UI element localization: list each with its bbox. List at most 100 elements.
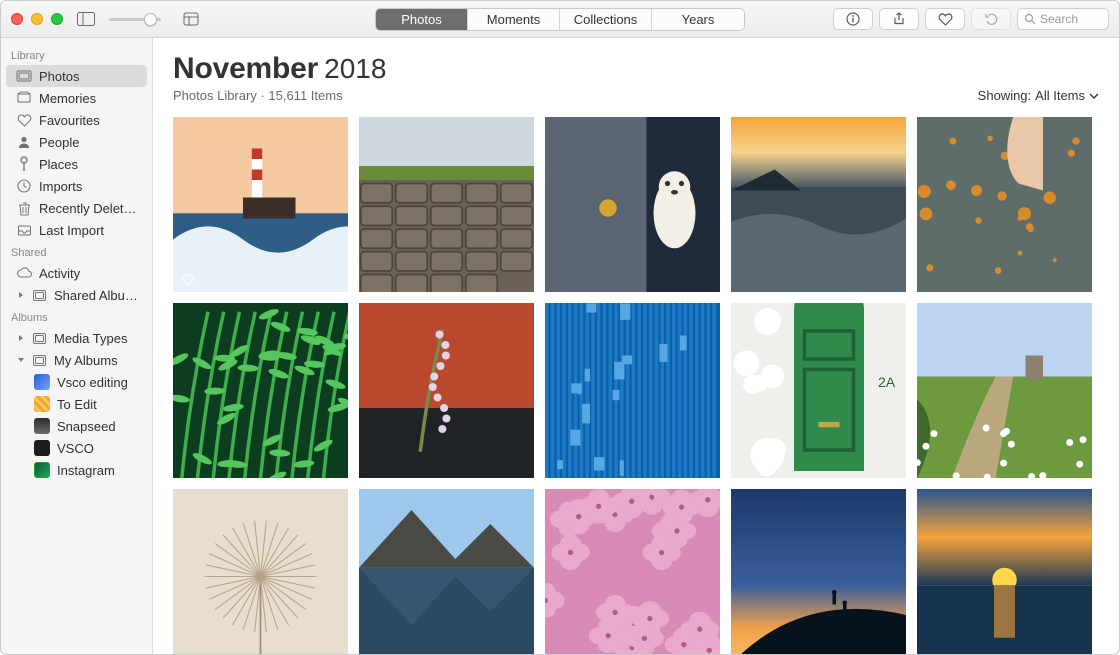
showing-filter[interactable]: Showing: All Items xyxy=(978,88,1099,103)
clock-icon xyxy=(16,178,32,194)
search-icon xyxy=(1024,13,1036,25)
sidebar-item-activity[interactable]: Activity xyxy=(6,262,147,284)
sidebar-album-snapseed[interactable]: Snapseed xyxy=(6,415,147,437)
photo-thumbnail[interactable] xyxy=(173,303,348,478)
sidebar-item-label: Places xyxy=(39,157,78,172)
view-tab-years[interactable]: Years xyxy=(652,9,744,30)
sidebar-item-label: Last Import xyxy=(39,223,104,238)
album-icon xyxy=(31,287,47,303)
sidebar-item-media-types[interactable]: Media Types xyxy=(6,327,147,349)
window-zoom-button[interactable] xyxy=(51,13,63,25)
sidebar-item-label: Recently Delet… xyxy=(39,201,137,216)
photo-thumbnail[interactable] xyxy=(545,117,720,292)
title-year: 2018 xyxy=(324,53,386,85)
window-controls xyxy=(11,13,63,25)
info-icon xyxy=(846,12,860,26)
sidebar-item-shared-albums[interactable]: Shared Albums xyxy=(6,284,147,306)
photo-thumbnail[interactable] xyxy=(917,117,1092,292)
rotate-button[interactable] xyxy=(971,8,1011,30)
sidebar-section-header: Albums xyxy=(1,306,152,327)
photo-thumbnail[interactable] xyxy=(545,489,720,654)
person-icon xyxy=(16,134,32,150)
photo-thumbnail[interactable] xyxy=(359,489,534,654)
chevron-down-icon xyxy=(1089,92,1099,100)
trash-icon xyxy=(16,200,32,216)
filter-button[interactable] xyxy=(183,12,199,26)
photo-thumbnail[interactable] xyxy=(917,303,1092,478)
sidebar-item-label: Photos xyxy=(39,69,79,84)
share-icon xyxy=(892,12,906,26)
photo-thumbnail[interactable]: 2A xyxy=(731,303,906,478)
sidebar-album-vsco[interactable]: VSCO xyxy=(6,437,147,459)
view-tab-photos[interactable]: Photos xyxy=(376,9,468,30)
info-button[interactable] xyxy=(833,8,873,30)
share-button[interactable] xyxy=(879,8,919,30)
disclosure-triangle[interactable] xyxy=(16,333,26,343)
search-field[interactable]: Search xyxy=(1017,8,1109,30)
sidebar-item-places[interactable]: Places xyxy=(6,153,147,175)
sidebar-item-label: Vsco editing xyxy=(57,375,128,390)
page-title: November 2018 xyxy=(173,52,1099,86)
photo-grid: 2A xyxy=(173,117,1099,654)
sidebar-album-instagram[interactable]: Instagram xyxy=(6,459,147,481)
sidebar-item-label: To Edit xyxy=(57,397,97,412)
disclosure-triangle[interactable] xyxy=(16,355,26,365)
view-tab-moments[interactable]: Moments xyxy=(468,9,560,30)
rotate-icon xyxy=(984,12,999,26)
sidebar-section-header: Library xyxy=(1,44,152,65)
sidebar-toggle-button[interactable] xyxy=(77,12,95,26)
album-thumbnail xyxy=(34,418,50,434)
toolbar: PhotosMomentsCollectionsYears Search xyxy=(1,1,1119,38)
sidebar-item-imports[interactable]: Imports xyxy=(6,175,147,197)
title-month: November xyxy=(173,52,318,86)
sidebar-item-label: Favourites xyxy=(39,113,100,128)
sidebar-item-my-albums[interactable]: My Albums xyxy=(6,349,147,371)
sidebar-section-header: Shared xyxy=(1,241,152,262)
photo-thumbnail[interactable] xyxy=(359,303,534,478)
album-thumbnail xyxy=(34,462,50,478)
photo-thumbnail[interactable] xyxy=(359,117,534,292)
sidebar-item-label: People xyxy=(39,135,79,150)
heart-icon xyxy=(16,112,32,128)
photo-thumbnail[interactable] xyxy=(731,489,906,654)
photo-thumbnail[interactable] xyxy=(545,303,720,478)
sidebar-item-people[interactable]: People xyxy=(6,131,147,153)
sidebar-album-vsco-editing[interactable]: Vsco editing xyxy=(6,371,147,393)
cloud-icon xyxy=(16,265,32,281)
sidebar-item-label: Memories xyxy=(39,91,96,106)
tray-icon xyxy=(16,222,32,238)
search-placeholder: Search xyxy=(1040,12,1078,26)
sidebar: Library Photos Memories Favourites People Pla… xyxy=(1,38,153,654)
memories-icon xyxy=(16,90,32,106)
main-content: November 2018 Photos Library · 15,611 It… xyxy=(153,38,1119,654)
photos-icon xyxy=(16,68,32,84)
favourite-button[interactable] xyxy=(925,8,965,30)
svg-text:2A: 2A xyxy=(878,374,896,390)
view-tab-collections[interactable]: Collections xyxy=(560,9,652,30)
body: Library Photos Memories Favourites People Pla… xyxy=(1,38,1119,654)
sidebar-item-recently-delet[interactable]: Recently Delet… xyxy=(6,197,147,219)
sidebar-album-to-edit[interactable]: To Edit xyxy=(6,393,147,415)
sidebar-item-favourites[interactable]: Favourites xyxy=(6,109,147,131)
photo-thumbnail[interactable] xyxy=(173,489,348,654)
showing-label: Showing: xyxy=(978,88,1031,103)
sidebar-item-last-import[interactable]: Last Import xyxy=(6,219,147,241)
thumbnail-zoom-slider[interactable] xyxy=(109,12,169,26)
sidebar-item-label: My Albums xyxy=(54,353,118,368)
view-tabs: PhotosMomentsCollectionsYears xyxy=(375,8,745,31)
app-window: PhotosMomentsCollectionsYears Search Lib… xyxy=(0,0,1120,655)
sidebar-item-label: Activity xyxy=(39,266,80,281)
photo-thumbnail[interactable] xyxy=(731,117,906,292)
window-close-button[interactable] xyxy=(11,13,23,25)
photo-thumbnail[interactable] xyxy=(173,117,348,292)
album-thumbnail xyxy=(34,440,50,456)
sidebar-item-photos[interactable]: Photos xyxy=(6,65,147,87)
showing-value: All Items xyxy=(1035,88,1085,103)
window-minimize-button[interactable] xyxy=(31,13,43,25)
sidebar-item-memories[interactable]: Memories xyxy=(6,87,147,109)
sidebar-item-label: Snapseed xyxy=(57,419,116,434)
album-icon xyxy=(31,352,47,368)
disclosure-triangle[interactable] xyxy=(16,290,26,300)
favourite-badge-icon xyxy=(181,274,195,286)
photo-thumbnail[interactable] xyxy=(917,489,1092,654)
